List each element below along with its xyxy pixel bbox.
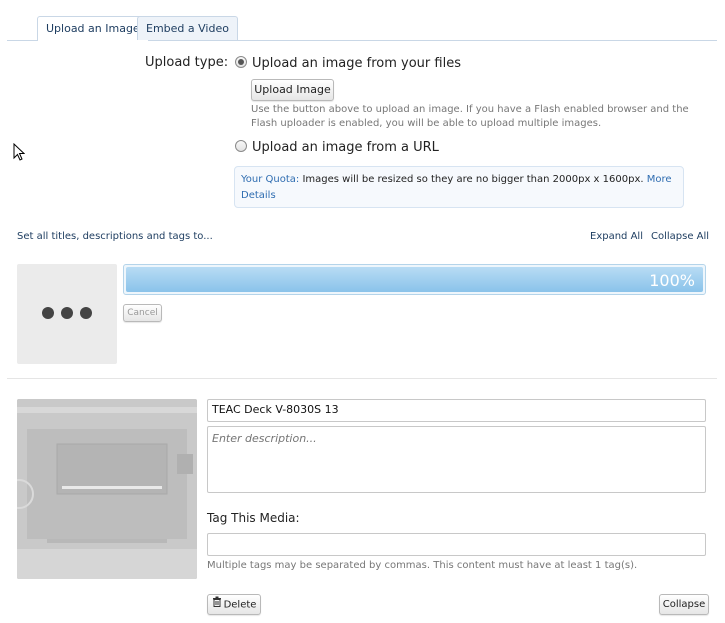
media-thumbnail: [17, 399, 197, 579]
option-upload-files-label[interactable]: Upload an image from your files: [252, 56, 461, 71]
progress-fill: [126, 267, 703, 292]
quota-notice: Your Quota: Images will be resized so th…: [234, 166, 684, 208]
media-description-input[interactable]: [207, 426, 706, 493]
tag-media-label: Tag This Media:: [207, 511, 300, 525]
media-tabs: Upload an Image Embed a Video: [7, 16, 717, 41]
expand-all-link[interactable]: Expand All: [590, 231, 643, 242]
cassette-deck-photo-icon: [17, 399, 197, 579]
tag-input[interactable]: [207, 533, 706, 556]
loading-dot-icon: [61, 307, 73, 319]
delete-media-button[interactable]: Delete: [207, 594, 261, 615]
quota-text: Images will be resized so they are no bi…: [299, 174, 647, 185]
upload-progress-bar: 100%: [123, 264, 706, 295]
radio-upload-files[interactable]: [235, 56, 247, 68]
upload-image-button[interactable]: Upload Image: [251, 79, 334, 101]
trash-icon: [212, 595, 222, 614]
loading-dot-icon: [80, 307, 92, 319]
collapse-item-button[interactable]: Collapse: [659, 594, 709, 615]
mouse-pointer-icon: [13, 142, 26, 165]
quota-label: Your Quota:: [241, 174, 300, 185]
radio-upload-url[interactable]: [235, 140, 247, 152]
delete-label: Delete: [223, 599, 257, 611]
cancel-upload-button[interactable]: Cancel: [123, 304, 162, 322]
loading-thumbnail: [17, 264, 117, 364]
media-title-input[interactable]: TEAC Deck V-8030S 13: [207, 399, 706, 422]
tab-upload-image[interactable]: Upload an Image: [37, 16, 149, 41]
upload-help-text: Use the button above to upload an image.…: [251, 104, 689, 129]
tag-help-text: Multiple tags may be separated by commas…: [207, 560, 638, 571]
progress-percent: 100%: [649, 271, 695, 290]
option-upload-url-label[interactable]: Upload an image from a URL: [252, 140, 439, 155]
collapse-all-link[interactable]: Collapse All: [651, 231, 709, 242]
loading-dot-icon: [42, 307, 54, 319]
divider: [7, 378, 717, 379]
upload-type-label: Upload type:: [145, 55, 229, 70]
set-all-link[interactable]: Set all titles, descriptions and tags to…: [17, 231, 213, 242]
tab-embed-video[interactable]: Embed a Video: [137, 16, 238, 40]
